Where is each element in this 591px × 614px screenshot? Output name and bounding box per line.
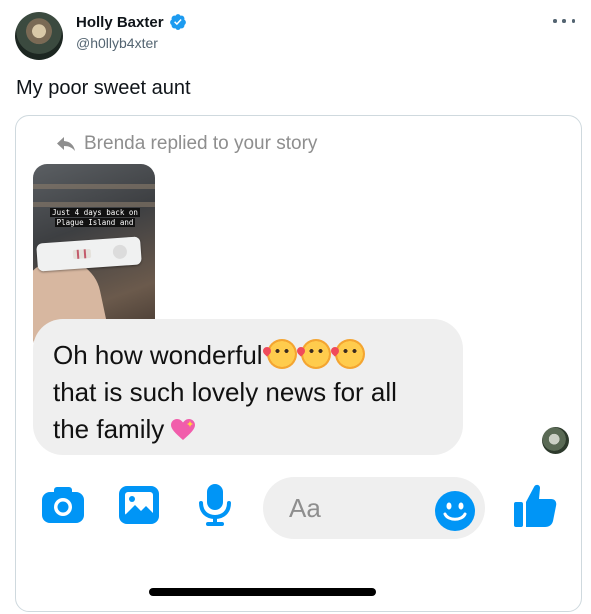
verified-badge-icon — [169, 14, 186, 30]
thumbs-up-icon[interactable] — [513, 483, 557, 529]
covid-test-cassette — [36, 236, 142, 272]
smiling-face-with-hearts-icon — [266, 339, 297, 369]
reply-arrow-icon — [57, 137, 75, 151]
message-line-1: Oh how wonderful — [53, 340, 263, 370]
message-input-placeholder: Aa — [289, 493, 321, 523]
smiling-face-with-hearts-icon — [334, 339, 365, 369]
more-options-icon[interactable] — [553, 12, 575, 30]
story-caption-line1: Just 4 days back on — [50, 208, 140, 217]
message-text: Oh how wonderful that is such lovely new… — [53, 337, 453, 448]
camera-icon[interactable] — [41, 486, 85, 524]
author-avatar[interactable] — [15, 12, 63, 60]
gallery-icon[interactable] — [118, 485, 160, 525]
attached-image[interactable]: Brenda replied to your story Just 4 days… — [15, 115, 582, 612]
tweet-text: My poor sweet aunt — [16, 77, 191, 99]
story-caption: Just 4 days back on Plague Island and — [39, 208, 151, 228]
reply-header-text: Brenda replied to your story — [84, 133, 318, 154]
message-line-3: the family — [53, 414, 165, 444]
smiling-face-with-hearts-icon — [300, 339, 331, 369]
reply-header: Brenda replied to your story — [56, 133, 317, 155]
seen-avatar — [542, 427, 569, 454]
sparkling-heart-icon — [171, 419, 196, 440]
message-line-2: that is such lovely news for all — [53, 377, 397, 407]
author-handle[interactable]: @h0llyb4xter — [76, 35, 158, 51]
emoji-icon[interactable] — [434, 490, 476, 532]
author-name[interactable]: Holly Baxter — [76, 14, 164, 31]
story-caption-line2: Plague Island and — [54, 218, 136, 227]
microphone-icon[interactable] — [197, 483, 233, 527]
home-indicator — [149, 588, 376, 596]
